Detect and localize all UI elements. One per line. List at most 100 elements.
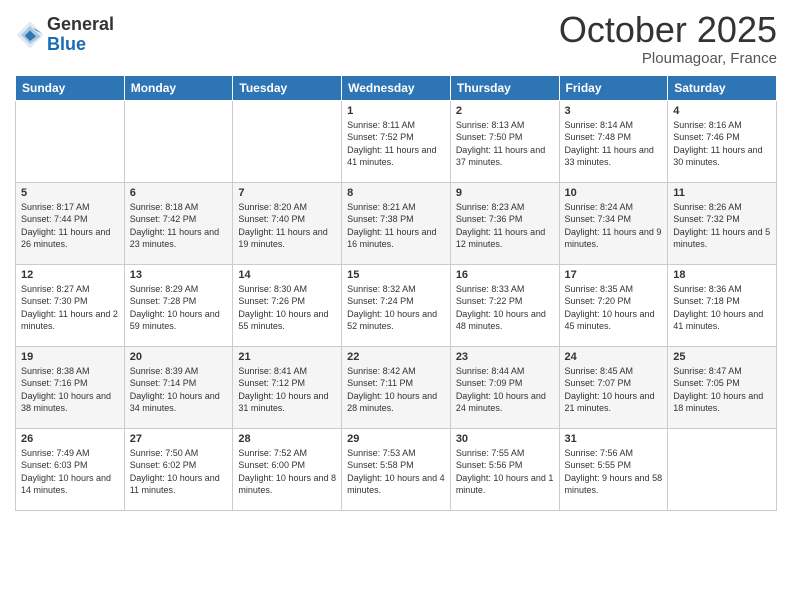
day-info: Sunrise: 8:39 AM Sunset: 7:14 PM Dayligh… — [130, 365, 228, 415]
calendar-week-4: 26 Sunrise: 7:49 AM Sunset: 6:03 PM Dayli… — [16, 428, 777, 510]
day-number: 7 — [238, 187, 336, 199]
calendar-cell-4-2: 28 Sunrise: 7:52 AM Sunset: 6:00 PM Dayli… — [233, 428, 342, 510]
col-tuesday: Tuesday — [233, 75, 342, 100]
calendar-cell-3-5: 24 Sunrise: 8:45 AM Sunset: 7:07 PM Dayli… — [559, 346, 668, 428]
day-number: 22 — [347, 351, 445, 363]
day-info: Sunrise: 8:24 AM Sunset: 7:34 PM Dayligh… — [565, 201, 663, 251]
calendar-cell-0-0 — [16, 100, 125, 182]
calendar-table: Sunday Monday Tuesday Wednesday Thursday… — [15, 75, 777, 511]
day-info: Sunrise: 7:49 AM Sunset: 6:03 PM Dayligh… — [21, 447, 119, 497]
calendar-cell-1-1: 6Sunrise: 8:18 AM Sunset: 7:42 PM Daylig… — [124, 182, 233, 264]
day-number: 10 — [565, 187, 663, 199]
calendar-cell-0-1 — [124, 100, 233, 182]
calendar-cell-3-4: 23 Sunrise: 8:44 AM Sunset: 7:09 PM Dayli… — [450, 346, 559, 428]
day-info: Sunrise: 8:38 AM Sunset: 7:16 PM Dayligh… — [21, 365, 119, 415]
calendar-cell-1-5: 10 Sunrise: 8:24 AM Sunset: 7:34 PM Dayli… — [559, 182, 668, 264]
calendar-cell-1-3: 8 Sunrise: 8:21 AM Sunset: 7:38 PM Daylig… — [342, 182, 451, 264]
day-number: 6 — [130, 187, 228, 199]
day-number: 2 — [456, 105, 554, 117]
day-number: 19 — [21, 351, 119, 363]
logo-general-text: General — [47, 15, 114, 35]
day-info: Sunrise: 8:44 AM Sunset: 7:09 PM Dayligh… — [456, 365, 554, 415]
calendar-cell-3-1: 20 Sunrise: 8:39 AM Sunset: 7:14 PM Dayli… — [124, 346, 233, 428]
calendar-cell-3-3: 22 Sunrise: 8:42 AM Sunset: 7:11 PM Dayli… — [342, 346, 451, 428]
calendar-cell-2-2: 14Sunrise: 8:30 AM Sunset: 7:26 PM Dayli… — [233, 264, 342, 346]
day-info: Sunrise: 8:45 AM Sunset: 7:07 PM Dayligh… — [565, 365, 663, 415]
calendar-week-3: 19 Sunrise: 8:38 AM Sunset: 7:16 PM Dayli… — [16, 346, 777, 428]
day-info: Sunrise: 8:36 AM Sunset: 7:18 PM Dayligh… — [673, 283, 771, 333]
calendar-cell-3-0: 19 Sunrise: 8:38 AM Sunset: 7:16 PM Dayli… — [16, 346, 125, 428]
day-info: Sunrise: 8:30 AM Sunset: 7:26 PM Dayligh… — [238, 283, 336, 333]
day-number: 20 — [130, 351, 228, 363]
day-number: 4 — [673, 105, 771, 117]
calendar-week-0: 1 Sunrise: 8:11 AM Sunset: 7:52 PM Daylig… — [16, 100, 777, 182]
calendar-cell-0-3: 1 Sunrise: 8:11 AM Sunset: 7:52 PM Daylig… — [342, 100, 451, 182]
calendar-cell-1-4: 9 Sunrise: 8:23 AM Sunset: 7:36 PM Daylig… — [450, 182, 559, 264]
day-number: 29 — [347, 433, 445, 445]
day-number: 18 — [673, 269, 771, 281]
logo-text: General Blue — [47, 15, 114, 55]
day-number: 3 — [565, 105, 663, 117]
day-number: 26 — [21, 433, 119, 445]
day-number: 28 — [238, 433, 336, 445]
calendar-cell-4-3: 29 Sunrise: 7:53 AM Sunset: 5:58 PM Dayli… — [342, 428, 451, 510]
day-info: Sunrise: 8:21 AM Sunset: 7:38 PM Dayligh… — [347, 201, 445, 251]
day-info: Sunrise: 8:32 AM Sunset: 7:24 PM Dayligh… — [347, 283, 445, 333]
col-monday: Monday — [124, 75, 233, 100]
day-number: 25 — [673, 351, 771, 363]
calendar-cell-2-1: 13 Sunrise: 8:29 AM Sunset: 7:28 PM Dayli… — [124, 264, 233, 346]
calendar-cell-3-6: 25 Sunrise: 8:47 AM Sunset: 7:05 PM Dayli… — [668, 346, 777, 428]
day-info: Sunrise: 7:55 AM Sunset: 5:56 PM Dayligh… — [456, 447, 554, 497]
calendar-cell-2-6: 18 Sunrise: 8:36 AM Sunset: 7:18 PM Dayli… — [668, 264, 777, 346]
day-info: Sunrise: 8:23 AM Sunset: 7:36 PM Dayligh… — [456, 201, 554, 251]
day-number: 1 — [347, 105, 445, 117]
logo: General Blue — [15, 15, 114, 55]
day-info: Sunrise: 8:41 AM Sunset: 7:12 PM Dayligh… — [238, 365, 336, 415]
day-number: 24 — [565, 351, 663, 363]
calendar-cell-4-0: 26 Sunrise: 7:49 AM Sunset: 6:03 PM Dayli… — [16, 428, 125, 510]
day-number: 17 — [565, 269, 663, 281]
day-info: Sunrise: 8:29 AM Sunset: 7:28 PM Dayligh… — [130, 283, 228, 333]
header-row: Sunday Monday Tuesday Wednesday Thursday… — [16, 75, 777, 100]
day-number: 8 — [347, 187, 445, 199]
month-title: October 2025 — [559, 10, 777, 50]
day-info: Sunrise: 8:20 AM Sunset: 7:40 PM Dayligh… — [238, 201, 336, 251]
day-info: Sunrise: 8:42 AM Sunset: 7:11 PM Dayligh… — [347, 365, 445, 415]
calendar-cell-0-4: 2 Sunrise: 8:13 AM Sunset: 7:50 PM Daylig… — [450, 100, 559, 182]
day-number: 13 — [130, 269, 228, 281]
logo-blue-text: Blue — [47, 35, 114, 55]
day-info: Sunrise: 8:47 AM Sunset: 7:05 PM Dayligh… — [673, 365, 771, 415]
day-number: 16 — [456, 269, 554, 281]
day-number: 31 — [565, 433, 663, 445]
col-wednesday: Wednesday — [342, 75, 451, 100]
day-info: Sunrise: 8:27 AM Sunset: 7:30 PM Dayligh… — [21, 283, 119, 333]
calendar-body: 1 Sunrise: 8:11 AM Sunset: 7:52 PM Daylig… — [16, 100, 777, 510]
day-info: Sunrise: 8:33 AM Sunset: 7:22 PM Dayligh… — [456, 283, 554, 333]
day-info: Sunrise: 8:17 AM Sunset: 7:44 PM Dayligh… — [21, 201, 119, 251]
page-container: General Blue October 2025 Ploumagoar, Fr… — [0, 0, 792, 521]
day-info: Sunrise: 7:56 AM Sunset: 5:55 PM Dayligh… — [565, 447, 663, 497]
calendar-cell-4-6 — [668, 428, 777, 510]
calendar-cell-2-3: 15 Sunrise: 8:32 AM Sunset: 7:24 PM Dayli… — [342, 264, 451, 346]
day-info: Sunrise: 8:26 AM Sunset: 7:32 PM Dayligh… — [673, 201, 771, 251]
day-number: 23 — [456, 351, 554, 363]
logo-icon — [15, 20, 45, 50]
day-number: 5 — [21, 187, 119, 199]
calendar-cell-1-6: 11Sunrise: 8:26 AM Sunset: 7:32 PM Dayli… — [668, 182, 777, 264]
col-sunday: Sunday — [16, 75, 125, 100]
calendar-header: Sunday Monday Tuesday Wednesday Thursday… — [16, 75, 777, 100]
day-number: 27 — [130, 433, 228, 445]
day-info: Sunrise: 7:53 AM Sunset: 5:58 PM Dayligh… — [347, 447, 445, 497]
calendar-cell-0-6: 4 Sunrise: 8:16 AM Sunset: 7:46 PM Daylig… — [668, 100, 777, 182]
calendar-cell-4-5: 31 Sunrise: 7:56 AM Sunset: 5:55 PM Dayli… — [559, 428, 668, 510]
calendar-week-1: 5 Sunrise: 8:17 AM Sunset: 7:44 PM Daylig… — [16, 182, 777, 264]
day-info: Sunrise: 7:52 AM Sunset: 6:00 PM Dayligh… — [238, 447, 336, 497]
day-info: Sunrise: 8:11 AM Sunset: 7:52 PM Dayligh… — [347, 119, 445, 169]
day-number: 15 — [347, 269, 445, 281]
calendar-cell-3-2: 21Sunrise: 8:41 AM Sunset: 7:12 PM Dayli… — [233, 346, 342, 428]
calendar-cell-2-4: 16 Sunrise: 8:33 AM Sunset: 7:22 PM Dayli… — [450, 264, 559, 346]
day-info: Sunrise: 8:16 AM Sunset: 7:46 PM Dayligh… — [673, 119, 771, 169]
day-info: Sunrise: 8:13 AM Sunset: 7:50 PM Dayligh… — [456, 119, 554, 169]
day-number: 9 — [456, 187, 554, 199]
calendar-cell-2-5: 17Sunrise: 8:35 AM Sunset: 7:20 PM Dayli… — [559, 264, 668, 346]
